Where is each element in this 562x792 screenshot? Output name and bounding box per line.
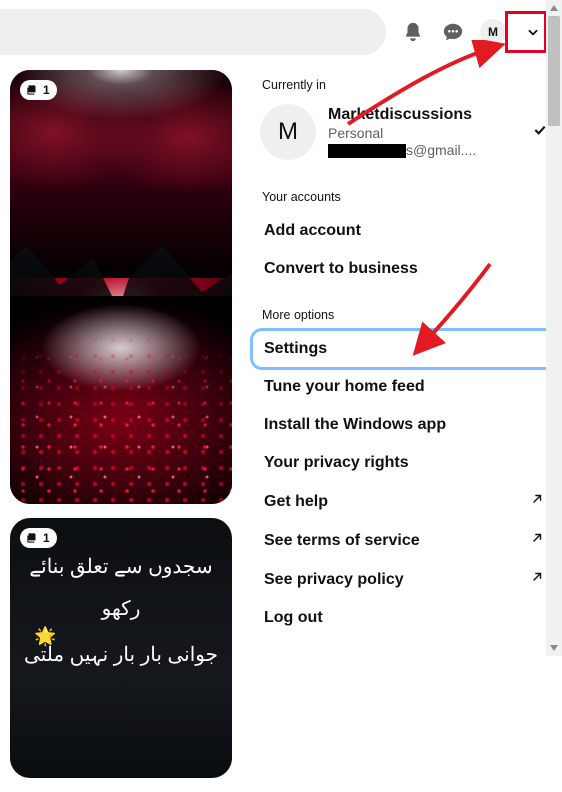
menu-item-label: Add account xyxy=(264,222,361,240)
external-link-icon xyxy=(530,531,544,550)
menu-see-terms-of-service[interactable]: See terms of service xyxy=(252,521,556,560)
menu-item-label: Install the Windows app xyxy=(264,416,446,434)
feed-column: 1 سجدوں سے تعلق بنائے رکھو جوانی بار بار… xyxy=(10,70,232,792)
redacted-text xyxy=(328,144,406,158)
collection-badge[interactable]: 1 xyxy=(20,80,57,100)
collection-count: 1 xyxy=(43,83,50,97)
menu-see-privacy-policy[interactable]: See privacy policy xyxy=(252,560,556,599)
menu-log-out[interactable]: Log out xyxy=(252,599,556,637)
external-link-icon xyxy=(530,570,544,589)
pin-card[interactable]: 1 xyxy=(10,70,232,504)
menu-your-privacy-rights[interactable]: Your privacy rights xyxy=(252,444,556,482)
menu-get-help[interactable]: Get help xyxy=(252,482,556,521)
menu-install-windows-app[interactable]: Install the Windows app xyxy=(252,406,556,444)
collection-badge[interactable]: 1 xyxy=(20,528,57,548)
collection-icon xyxy=(25,83,39,97)
account-name: Marketdiscussions xyxy=(328,106,520,124)
messages-icon[interactable] xyxy=(440,19,466,45)
notifications-icon[interactable] xyxy=(400,19,426,45)
section-label-your-accounts: Your accounts xyxy=(252,176,556,212)
section-label-currently-in: Currently in xyxy=(252,64,556,100)
pin-image xyxy=(10,304,232,504)
current-account-row[interactable]: M Marketdiscussions Personal s@gmail.... xyxy=(252,100,556,170)
pin-text: سجدوں سے تعلق بنائے رکھو جوانی بار بار ن… xyxy=(10,546,232,676)
menu-item-label: Your privacy rights xyxy=(264,454,409,472)
scroll-down-button[interactable] xyxy=(546,640,562,656)
scroll-up-button[interactable] xyxy=(546,0,562,16)
menu-item-label: Get help xyxy=(264,493,328,511)
profile-avatar-small[interactable]: M xyxy=(480,19,506,45)
account-type: Personal xyxy=(328,125,520,141)
account-email: s@gmail.... xyxy=(328,142,520,158)
vertical-scrollbar[interactable] xyxy=(546,0,562,656)
pin-card[interactable]: سجدوں سے تعلق بنائے رکھو جوانی بار بار ن… xyxy=(10,518,232,778)
menu-item-label: Settings xyxy=(264,340,327,358)
avatar-initial: M xyxy=(488,25,498,39)
menu-item-label: Tune your home feed xyxy=(264,378,425,396)
collection-count: 1 xyxy=(43,531,50,545)
menu-item-label: See terms of service xyxy=(264,532,420,550)
menu-tune-home-feed[interactable]: Tune your home feed xyxy=(252,368,556,406)
external-link-icon xyxy=(530,492,544,511)
scrollbar-thumb[interactable] xyxy=(548,16,560,126)
menu-convert-to-business[interactable]: Convert to business xyxy=(252,250,556,288)
pin-image xyxy=(10,70,232,278)
chevron-down-icon xyxy=(526,25,540,39)
search-input[interactable] xyxy=(0,9,386,55)
account-menu-button[interactable] xyxy=(520,19,546,45)
menu-settings[interactable]: Settings xyxy=(252,330,556,368)
profile-avatar-large: M xyxy=(260,104,316,160)
menu-item-label: Convert to business xyxy=(264,260,418,278)
star-decoration: 🌟 xyxy=(34,626,56,647)
menu-item-label: Log out xyxy=(264,609,323,627)
account-dropdown: Currently in M Marketdiscussions Persona… xyxy=(252,64,556,637)
account-info: Marketdiscussions Personal s@gmail.... xyxy=(328,106,520,158)
menu-add-account[interactable]: Add account xyxy=(252,212,556,250)
section-label-more-options: More options xyxy=(252,294,556,330)
collection-icon xyxy=(25,531,39,545)
menu-item-label: See privacy policy xyxy=(264,571,404,589)
top-bar: M xyxy=(0,0,562,64)
